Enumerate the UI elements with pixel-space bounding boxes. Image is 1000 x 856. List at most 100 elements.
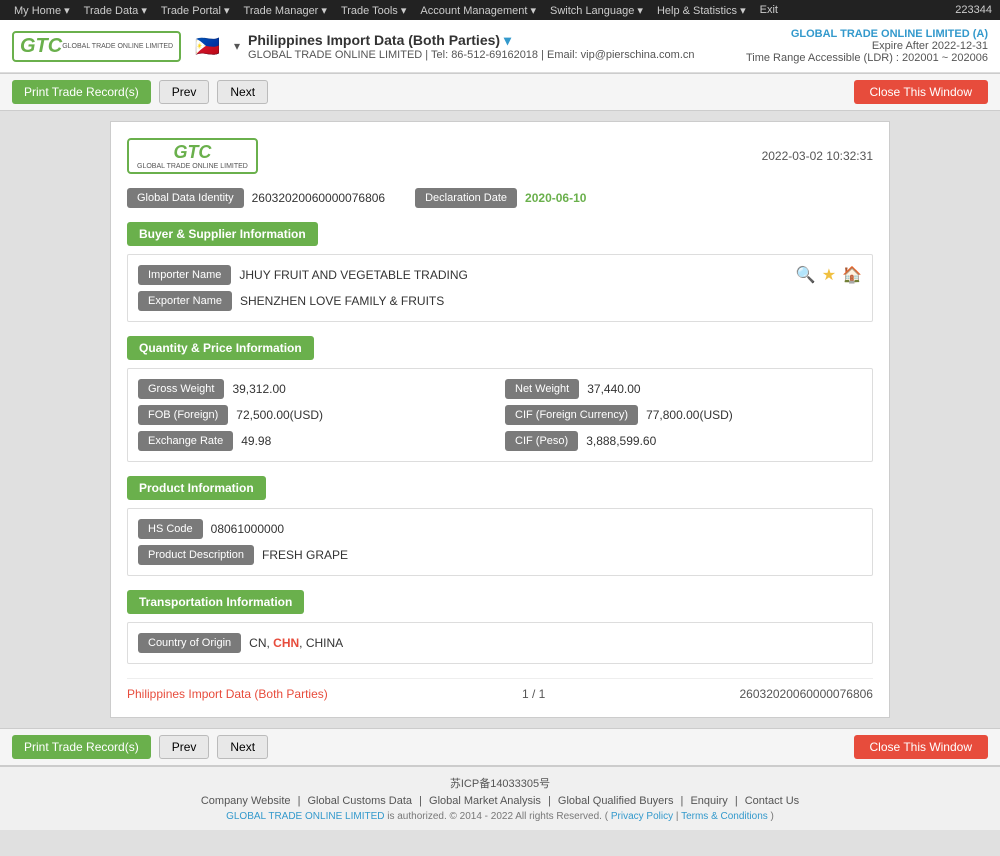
prev-button-bottom[interactable]: Prev: [159, 735, 210, 759]
global-data-row: Global Data Identity 2603202006000007680…: [127, 188, 873, 208]
country-origin-row: Country of Origin CN, CHN, CHINA: [138, 633, 862, 653]
footer-market[interactable]: Global Market Analysis: [429, 795, 541, 807]
nav-tradeportal[interactable]: Trade Portal ▾: [155, 4, 236, 17]
hs-code-value: 08061000000: [211, 522, 862, 536]
card-logo-sub: GLOBAL TRADE ONLINE LIMITED: [137, 163, 248, 170]
top-nav[interactable]: My Home ▾ Trade Data ▾ Trade Portal ▾ Tr…: [8, 4, 784, 17]
home-icon[interactable]: 🏠: [842, 265, 862, 285]
nav-exit[interactable]: Exit: [754, 4, 784, 16]
page-title: Philippines Import Data (Both Parties) ▾: [248, 32, 746, 49]
search-icon[interactable]: 🔍: [796, 265, 816, 285]
nav-account[interactable]: Account Management ▾: [414, 4, 542, 17]
nav-myhome[interactable]: My Home ▾: [8, 4, 76, 17]
footer-record-id: 26032020060000076806: [740, 687, 873, 701]
nav-tradedata[interactable]: Trade Data ▾: [78, 4, 153, 17]
card-logo: GTC GLOBAL TRADE ONLINE LIMITED: [127, 138, 258, 174]
top-toolbar: Print Trade Record(s) Prev Next Close Th…: [0, 73, 1000, 111]
importer-row: Importer Name JHUY FRUIT AND VEGETABLE T…: [138, 265, 862, 285]
country-highlight: CHN: [273, 636, 299, 650]
print-button-top[interactable]: Print Trade Record(s): [12, 80, 151, 104]
footer-link[interactable]: Philippines Import Data (Both Parties): [127, 687, 328, 701]
footer-buyers[interactable]: Global Qualified Buyers: [558, 795, 674, 807]
country-origin-value: CN, CHN, CHINA: [249, 636, 862, 650]
declaration-date-label: Declaration Date: [415, 188, 517, 208]
logo-text: GTC: [20, 35, 62, 58]
importer-value: JHUY FRUIT AND VEGETABLE TRADING: [239, 268, 785, 282]
footer-company[interactable]: Company Website: [201, 795, 291, 807]
footer-contact[interactable]: Contact Us: [745, 795, 799, 807]
fob-value: 72,500.00(USD): [236, 408, 495, 422]
hs-code-label: HS Code: [138, 519, 203, 539]
hs-code-row: HS Code 08061000000: [138, 519, 862, 539]
footer-links[interactable]: Company Website | Global Customs Data | …: [12, 795, 988, 807]
footer-enquiry[interactable]: Enquiry: [690, 795, 727, 807]
logo-area: GTC GLOBAL TRADE ONLINE LIMITED 🇵🇭 ▾: [12, 31, 240, 62]
header-contact: GLOBAL TRADE ONLINE LIMITED | Tel: 86-51…: [248, 49, 746, 61]
page-footer: 苏ICP备14033305号 Company Website | Global …: [0, 766, 1000, 830]
nav-trademanager[interactable]: Trade Manager ▾: [238, 4, 333, 17]
cif-peso-label: CIF (Peso): [505, 431, 578, 451]
footer-customs[interactable]: Global Customs Data: [308, 795, 413, 807]
country-origin-label: Country of Origin: [138, 633, 241, 653]
exchange-cif-row: Exchange Rate 49.98 CIF (Peso) 3,888,599…: [138, 431, 862, 451]
nav-tradetools[interactable]: Trade Tools ▾: [335, 4, 412, 17]
net-weight-field: Net Weight 37,440.00: [505, 379, 862, 399]
cif-peso-field: CIF (Peso) 3,888,599.60: [505, 431, 862, 451]
quantity-price-header: Quantity & Price Information: [127, 336, 314, 360]
exporter-field: Exporter Name SHENZHEN LOVE FAMILY & FRU…: [138, 291, 862, 311]
title-dropdown[interactable]: ▾: [504, 32, 511, 48]
product-header: Product Information: [127, 476, 266, 500]
product-body: HS Code 08061000000 Product Description …: [127, 508, 873, 576]
logo-subtext: GLOBAL TRADE ONLINE LIMITED: [62, 43, 173, 50]
close-button-top[interactable]: Close This Window: [854, 80, 988, 104]
product-desc-row: Product Description FRESH GRAPE: [138, 545, 862, 565]
product-desc-field: Product Description FRESH GRAPE: [138, 545, 862, 565]
card-logo-text: GTC: [173, 142, 211, 163]
product-desc-value: FRESH GRAPE: [262, 548, 862, 562]
flag-icon: 🇵🇭: [195, 34, 220, 59]
record-card: GTC GLOBAL TRADE ONLINE LIMITED 2022-03-…: [110, 121, 890, 718]
net-weight-label: Net Weight: [505, 379, 579, 399]
importer-label: Importer Name: [138, 265, 231, 285]
expire-info: Expire After 2022-12-31: [746, 40, 988, 52]
cif-foreign-label: CIF (Foreign Currency): [505, 405, 638, 425]
user-id: 223344: [955, 4, 992, 16]
flag-dropdown[interactable]: ▾: [234, 39, 240, 53]
country-origin-field: Country of Origin CN, CHN, CHINA: [138, 633, 862, 653]
fob-field: FOB (Foreign) 72,500.00(USD): [138, 405, 495, 425]
bottom-toolbar: Print Trade Record(s) Prev Next Close Th…: [0, 728, 1000, 766]
hs-code-field: HS Code 08061000000: [138, 519, 862, 539]
declaration-date-field: Declaration Date 2020-06-10: [415, 188, 586, 208]
main-content: GTC GLOBAL TRADE ONLINE LIMITED 2022-03-…: [0, 111, 1000, 728]
print-button-bottom[interactable]: Print Trade Record(s): [12, 735, 151, 759]
importer-field: Importer Name JHUY FRUIT AND VEGETABLE T…: [138, 265, 786, 285]
next-button-bottom[interactable]: Next: [217, 735, 268, 759]
transportation-section: Transportation Information Country of Or…: [127, 590, 873, 664]
terms-link[interactable]: Terms & Conditions: [681, 811, 768, 822]
account-name: GLOBAL TRADE ONLINE LIMITED (A): [746, 28, 988, 40]
next-button-top[interactable]: Next: [217, 80, 268, 104]
icp-text: 苏ICP备14033305号: [12, 775, 988, 791]
logo-box: GTC GLOBAL TRADE ONLINE LIMITED: [12, 31, 181, 62]
card-header: GTC GLOBAL TRADE ONLINE LIMITED 2022-03-…: [127, 138, 873, 174]
footer-copy-text: GLOBAL TRADE ONLINE LIMITED is authorize…: [226, 811, 774, 822]
exporter-value: SHENZHEN LOVE FAMILY & FRUITS: [240, 294, 862, 308]
card-footer: Philippines Import Data (Both Parties) 1…: [127, 678, 873, 701]
weight-row: Gross Weight 39,312.00 Net Weight 37,440…: [138, 379, 862, 399]
close-button-bottom[interactable]: Close This Window: [854, 735, 988, 759]
exchange-rate-value: 49.98: [241, 434, 495, 448]
header-account: GLOBAL TRADE ONLINE LIMITED (A) Expire A…: [746, 28, 988, 64]
buyer-supplier-body: Importer Name JHUY FRUIT AND VEGETABLE T…: [127, 254, 873, 322]
header-title-area: Philippines Import Data (Both Parties) ▾…: [248, 32, 746, 61]
exchange-rate-label: Exchange Rate: [138, 431, 233, 451]
privacy-policy-link[interactable]: Privacy Policy: [611, 811, 673, 822]
exporter-label: Exporter Name: [138, 291, 232, 311]
nav-help[interactable]: Help & Statistics ▾: [651, 4, 752, 17]
cif-foreign-field: CIF (Foreign Currency) 77,800.00(USD): [505, 405, 862, 425]
product-desc-label: Product Description: [138, 545, 254, 565]
nav-language[interactable]: Switch Language ▾: [544, 4, 649, 17]
action-icons: 🔍 ★ 🏠: [796, 265, 862, 285]
star-icon[interactable]: ★: [822, 265, 836, 285]
global-identity-field: Global Data Identity 2603202006000007680…: [127, 188, 385, 208]
prev-button-top[interactable]: Prev: [159, 80, 210, 104]
